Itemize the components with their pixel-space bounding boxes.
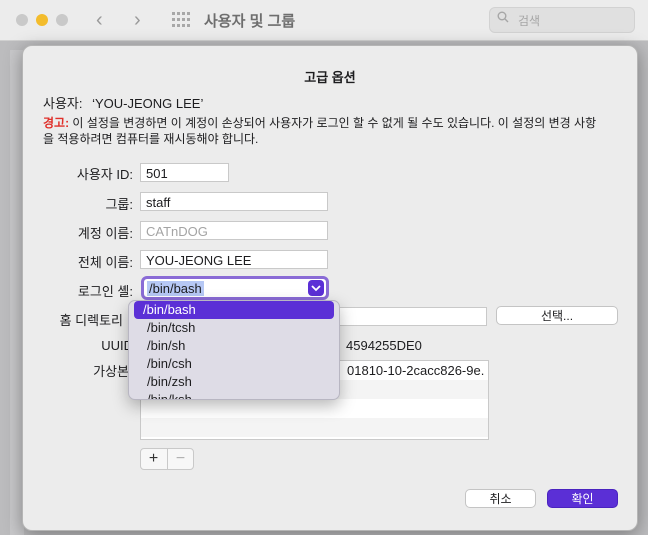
user-line: 사용자: ‘YOU-JEONG LEE’: [43, 93, 203, 112]
warning-label: 경고:: [43, 116, 70, 130]
forward-arrow-icon[interactable]: ›: [134, 9, 141, 32]
window-toolbar: ‹ › 사용자 및 그룹 검색: [0, 0, 648, 41]
menu-item[interactable]: /bin/bash: [134, 301, 334, 319]
chevron-down-icon[interactable]: [308, 280, 324, 296]
warning-message: 경고: 이 설정을 변경하면 이 계정이 손상되어 사용자가 로그인 할 수 없…: [43, 115, 603, 147]
search-input[interactable]: 검색: [489, 7, 635, 33]
choose-button[interactable]: 선택...: [496, 306, 618, 325]
menu-item[interactable]: /bin/sh: [134, 337, 334, 355]
account-name-field: CATnDOG: [140, 221, 328, 240]
user-id-label: 사용자 ID:: [76, 167, 133, 182]
show-all-grid-icon[interactable]: [172, 12, 190, 28]
full-name-field[interactable]: YOU-JEONG LEE: [140, 250, 328, 269]
remove-alias-button[interactable]: −: [167, 449, 193, 469]
login-shell-value: /bin/bash: [147, 281, 204, 296]
minimize-window-button[interactable]: [36, 14, 48, 26]
menu-item[interactable]: /bin/tcsh: [134, 319, 334, 337]
window-title: 사용자 및 그룹: [204, 13, 296, 30]
login-shell-select[interactable]: /bin/bash: [141, 276, 329, 300]
warning-text: 이 설정을 변경하면 이 계정이 손상되어 사용자가 로그인 할 수 없게 될 …: [43, 116, 597, 146]
add-alias-button[interactable]: +: [141, 449, 166, 469]
cancel-button[interactable]: 취소: [465, 489, 536, 508]
user-label: 사용자:: [43, 96, 83, 111]
search-placeholder: 검색: [518, 14, 541, 28]
login-shell-label: 로그인 셸:: [77, 284, 133, 299]
user-id-field[interactable]: 501: [140, 163, 229, 182]
table-row: [141, 399, 488, 418]
full-name-label: 전체 이름:: [77, 255, 133, 270]
menu-item[interactable]: /bin/ksh: [134, 391, 334, 399]
advanced-options-sheet: 고급 옵션 사용자: ‘YOU-JEONG LEE’ 경고: 이 설정을 변경하…: [22, 45, 638, 531]
alias-label: 가상본: [93, 364, 129, 379]
menu-item[interactable]: /bin/csh: [134, 355, 334, 373]
add-remove-control: + −: [140, 448, 194, 470]
zoom-window-button[interactable]: [56, 14, 68, 26]
login-shell-menu: /bin/bash /bin/tcsh /bin/sh /bin/csh /bi…: [128, 300, 340, 400]
back-arrow-icon[interactable]: ‹: [96, 9, 103, 32]
group-label: 그룹:: [105, 197, 133, 212]
account-name-label: 계정 이름:: [77, 226, 133, 241]
search-icon: [497, 11, 509, 23]
home-dir-label: 홈 디렉토리: [59, 313, 123, 328]
sheet-title: 고급 옵션: [304, 70, 356, 85]
user-value: ‘YOU-JEONG LEE’: [92, 96, 204, 111]
close-window-button[interactable]: [16, 14, 28, 26]
ok-button[interactable]: 확인: [547, 489, 618, 508]
menu-item[interactable]: /bin/zsh: [134, 373, 334, 391]
uuid-label: UUID: [101, 338, 133, 353]
table-row: [141, 418, 488, 437]
group-field[interactable]: staff: [140, 192, 328, 211]
